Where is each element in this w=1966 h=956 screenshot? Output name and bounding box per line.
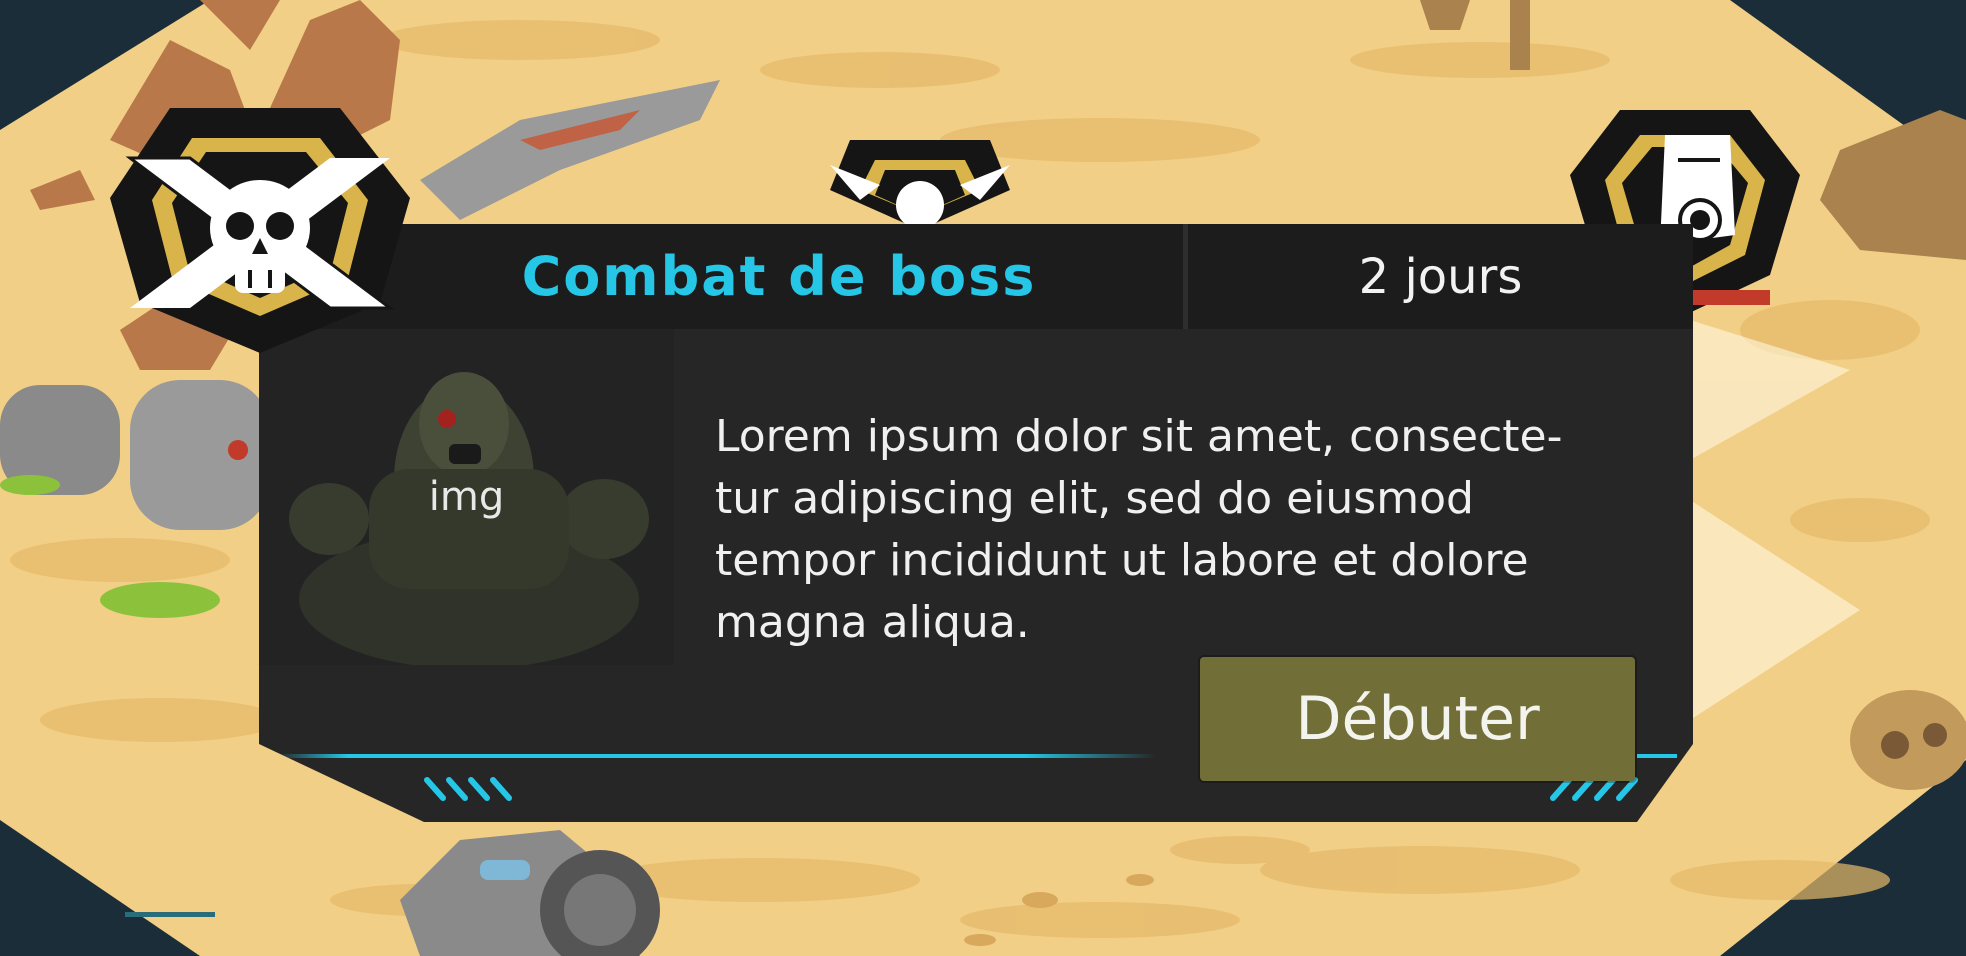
hatch-left-icon	[421, 776, 517, 802]
event-description: Lorem ipsum dolor sit amet, consecte- tu…	[715, 411, 1563, 648]
event-timer: 2 jours	[1358, 248, 1523, 305]
accent-line	[277, 754, 1157, 758]
boss-image: img	[259, 329, 674, 665]
start-button[interactable]: Débuter	[1200, 657, 1635, 781]
skull-badge-icon[interactable]	[820, 130, 1020, 230]
image-placeholder-label: img	[428, 474, 505, 520]
skull-crossed-badge-icon[interactable]	[100, 88, 420, 353]
accent-line-right	[1637, 754, 1677, 758]
event-title: Combat de boss	[521, 245, 1037, 308]
